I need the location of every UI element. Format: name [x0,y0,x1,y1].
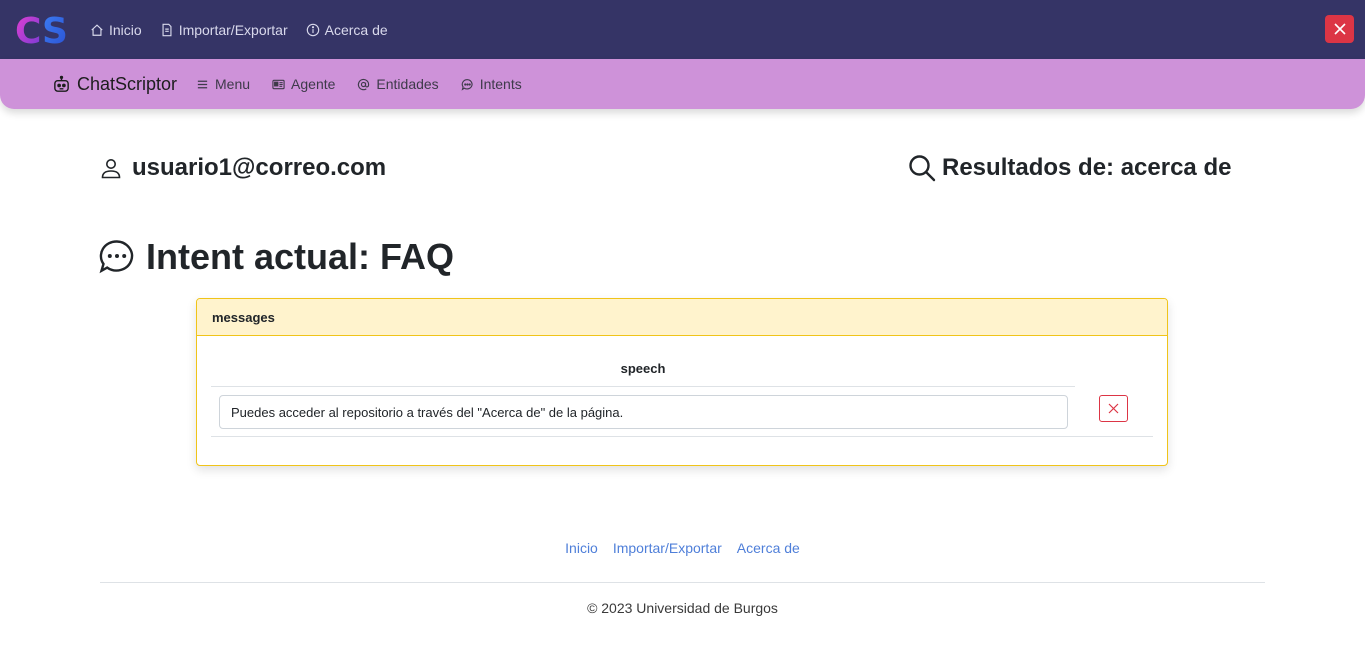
speech-column-header: speech [211,351,1075,387]
chatscriptor-logo[interactable]: C S [15,11,75,49]
info-icon [306,23,319,36]
top-link-label: Inicio [109,21,142,38]
user-icon [101,159,121,179]
intent-title-label: Intent actual: FAQ [146,236,455,277]
search-results-heading: Resultados de: acerca de [908,150,1231,186]
close-icon [1108,403,1119,414]
top-nav: Inicio Importar/Exportar Acerca de [88,0,404,59]
svg-text:C: C [15,11,41,49]
chat-dots-icon [99,240,134,274]
id-card-icon [272,79,285,89]
chat-icon [461,78,473,91]
app-nav: Menu Agente Entidades Intents [196,59,544,109]
home-icon [91,23,103,36]
footer-link-inicio[interactable]: Inicio [565,540,598,560]
top-link-label: Importar/Exportar [178,21,288,38]
nav-item-label: Menu [215,76,251,92]
nav-item-label: Entidades [376,76,439,92]
nav-item-agente[interactable]: Agente [272,76,335,92]
nav-item-label: Intents [479,76,522,92]
brand[interactable]: ChatScriptor [52,59,177,109]
footer-link-importar[interactable]: Importar/Exportar [613,540,722,560]
results-label: Resultados de: acerca de [942,154,1232,181]
close-button[interactable] [1325,15,1354,43]
nav-item-intents[interactable]: Intents [461,76,522,92]
search-icon [909,155,936,182]
top-navbar: C S Inicio Importar/Exportar Acerca de [0,0,1365,59]
card-header: messages [197,299,1167,336]
messages-card: messages speech [196,298,1168,466]
top-link-inicio[interactable]: Inicio [88,22,150,38]
page-title: Intent actual: FAQ [98,232,454,282]
robot-icon [54,75,69,92]
current-user: usuario1@correo.com [100,150,386,186]
speech-input[interactable] [219,395,1068,429]
close-icon [1333,23,1346,35]
top-link-acerca[interactable]: Acerca de [304,22,396,38]
copyright: © 2023 Universidad de Burgos [587,600,778,616]
top-link-label: Acerca de [324,21,388,38]
footer-nav: Inicio Importar/Exportar Acerca de [0,540,1365,560]
nav-item-menu[interactable]: Menu [196,76,250,92]
footer-link-acerca[interactable]: Acerca de [737,540,800,560]
menu-icon [197,80,208,88]
delete-speech-button[interactable] [1099,395,1128,422]
svg-text:S: S [42,11,68,49]
nav-item-label: Agente [291,76,336,92]
brand-label: ChatScriptor [77,73,178,94]
at-icon [358,78,370,90]
app-navbar: ChatScriptor Menu Agente Entidades Inten… [0,59,1365,109]
footer-divider [100,582,1265,583]
row-divider [211,436,1153,437]
nav-item-entidades[interactable]: Entidades [357,76,439,92]
top-link-importar[interactable]: Importar/Exportar [158,22,296,38]
file-icon [162,23,172,36]
user-email: usuario1@correo.com [132,154,387,181]
